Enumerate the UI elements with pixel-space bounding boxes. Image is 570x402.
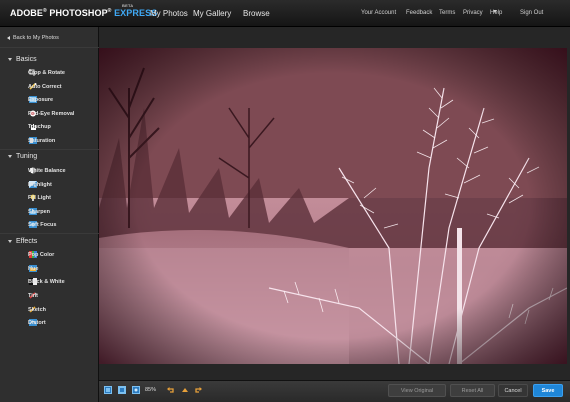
section-tuning-title: Tuning: [16, 153, 38, 160]
tool-red-eye-removal[interactable]: Red-Eye Removal: [28, 109, 74, 119]
tool-fill-light[interactable]: Fill Light: [28, 193, 51, 203]
history-up-icon[interactable]: [181, 386, 189, 394]
tool-distort[interactable]: Distort: [28, 318, 46, 328]
nav-your-account[interactable]: Your Account: [361, 10, 396, 16]
section-basics-title: Basics: [16, 56, 37, 63]
expand-triangle-icon: [8, 154, 12, 158]
undo-icon[interactable]: [167, 386, 175, 394]
tool-soft-focus[interactable]: Soft Focus: [28, 220, 56, 230]
tool-white-balance[interactable]: White Balance: [28, 166, 66, 176]
fit-screen-icon[interactable]: [104, 386, 112, 394]
section-effects[interactable]: Effects: [8, 238, 37, 245]
tool-highlight[interactable]: Highlight: [28, 180, 52, 190]
back-arrow-icon: [7, 35, 10, 40]
zoom-level: 85%: [145, 387, 157, 393]
brand-reg-2: ®: [107, 8, 112, 14]
save-button[interactable]: Save: [533, 384, 563, 397]
back-label: Back to My Photos: [13, 35, 59, 41]
photo-canvas[interactable]: [99, 48, 567, 364]
top-bar: ADOBE® PHOTOSHOP® EXPRESS BETA My Photos…: [0, 0, 570, 27]
brand-adobe: ADOBE: [10, 8, 44, 18]
view-original-button[interactable]: View Original: [388, 384, 446, 397]
tool-black-white[interactable]: Black & White: [28, 277, 65, 287]
redo-icon[interactable]: [194, 386, 202, 394]
chevron-down-icon: [493, 10, 497, 13]
brand-reg-1: ®: [43, 8, 47, 14]
divider: [0, 233, 99, 234]
brand-beta: BETA: [122, 3, 134, 8]
nav-feedback[interactable]: Feedback: [406, 10, 432, 16]
tool-exposure[interactable]: Exposure: [28, 95, 53, 105]
tool-sharpen[interactable]: Sharpen: [28, 207, 50, 217]
tool-auto-correct[interactable]: Auto Correct: [28, 82, 62, 92]
section-basics[interactable]: Basics: [8, 56, 37, 63]
nav-terms[interactable]: Terms: [439, 10, 455, 16]
section-effects-title: Effects: [16, 238, 38, 245]
nav-my-gallery[interactable]: My Gallery: [193, 9, 231, 18]
divider: [0, 47, 99, 48]
tool-crop-rotate[interactable]: Crop & Rotate: [28, 68, 65, 78]
brand-photoshop: PHOTOSHOP: [49, 8, 108, 18]
tool-tint[interactable]: Tint: [28, 291, 38, 301]
reset-all-button[interactable]: Reset All: [450, 384, 495, 397]
tool-saturation[interactable]: Saturation: [28, 136, 55, 146]
expand-triangle-icon: [8, 57, 12, 61]
section-tuning[interactable]: Tuning: [8, 153, 37, 160]
divider: [0, 149, 99, 150]
nav-my-photos[interactable]: My Photos: [150, 9, 188, 18]
back-to-my-photos-link[interactable]: Back to My Photos: [7, 35, 59, 41]
cancel-button[interactable]: Cancel: [498, 384, 528, 397]
actual-size-icon[interactable]: [118, 386, 126, 394]
nav-sign-out[interactable]: Sign Out: [520, 10, 543, 16]
sidebar: Back to My Photos Basics Crop & Rotate A…: [0, 27, 99, 402]
tool-hue[interactable]: Hue: [28, 264, 38, 274]
app-logo[interactable]: ADOBE® PHOTOSHOP® EXPRESS BETA: [10, 3, 157, 18]
nav-privacy[interactable]: Privacy: [463, 10, 483, 16]
tool-sketch[interactable]: Sketch: [28, 305, 46, 315]
nav-browse[interactable]: Browse: [243, 9, 270, 18]
expand-triangle-icon: [8, 239, 12, 243]
tool-pop-color[interactable]: Pop Color: [28, 250, 54, 260]
photo-image: [99, 48, 567, 364]
tool-touchup[interactable]: Touchup: [28, 122, 51, 132]
zoom-icon[interactable]: [132, 386, 140, 394]
